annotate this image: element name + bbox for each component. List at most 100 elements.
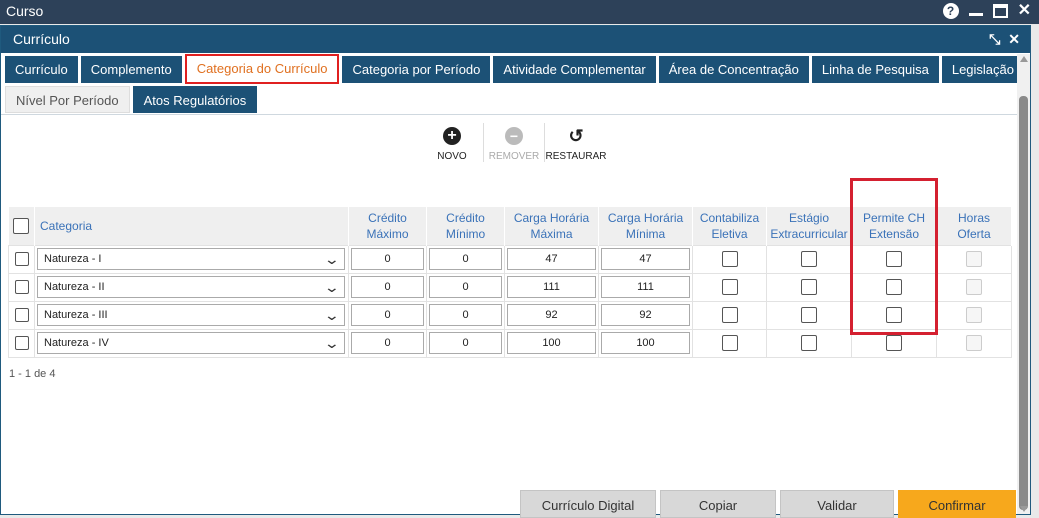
- horas-oferta-checkbox: [966, 307, 982, 323]
- categoria-select[interactable]: Natureza - II ⌄: [37, 276, 345, 298]
- tab-complemento[interactable]: Complemento: [80, 56, 182, 83]
- header-contabiliza-eletiva[interactable]: Contabiliza Eletiva: [692, 207, 767, 245]
- confirmar-button[interactable]: Confirmar: [898, 490, 1016, 518]
- horas-oferta-checkbox: [966, 335, 982, 351]
- row-checkbox[interactable]: [14, 280, 29, 295]
- credito-minimo-input[interactable]: 0: [429, 276, 502, 298]
- credito-maximo-input[interactable]: 0: [351, 276, 424, 298]
- row-checkbox[interactable]: [14, 252, 29, 267]
- credito-maximo-cell: 0: [348, 300, 427, 330]
- row-select-cell: [8, 300, 35, 330]
- categoria-value: Natureza - I: [44, 253, 102, 265]
- permite-ch-extensao-checkbox[interactable]: [886, 251, 902, 267]
- tab-atos-regulatorios[interactable]: Atos Regulatórios: [132, 86, 258, 113]
- close-window-icon[interactable]: ✕: [1008, 31, 1020, 48]
- footer-buttons: Currículo Digital Copiar Validar Confirm…: [520, 490, 1016, 518]
- contabiliza-eletiva-checkbox[interactable]: [721, 335, 738, 351]
- row-select-cell: [8, 272, 35, 302]
- carga-horaria-minima-input[interactable]: 111: [601, 276, 690, 298]
- table-row: Natureza - II ⌄ 0 0 111 111: [8, 272, 1012, 302]
- header-carga-horaria-maxima[interactable]: Carga Horária Máxima: [504, 207, 599, 245]
- carga-horaria-maxima-input[interactable]: 92: [507, 304, 596, 326]
- contabiliza-cell: [692, 300, 767, 330]
- carga-horaria-minima-input[interactable]: 47: [601, 248, 690, 270]
- permite-ch-extensao-checkbox[interactable]: [886, 279, 902, 295]
- tab-nivel-por-periodo[interactable]: Nível Por Período: [5, 86, 130, 113]
- tab-categoria-por-periodo[interactable]: Categoria por Período: [342, 56, 491, 83]
- copiar-button[interactable]: Copiar: [660, 490, 776, 518]
- categoria-value: Natureza - II: [44, 281, 105, 293]
- close-icon[interactable]: ✕: [1018, 3, 1031, 19]
- tab-curriculo[interactable]: Currículo: [5, 56, 78, 83]
- scroll-up-icon[interactable]: [1020, 56, 1028, 62]
- header-permite-ch-extensao[interactable]: Permite CH Extensão: [851, 207, 937, 245]
- estagio-extracurricular-checkbox[interactable]: [801, 335, 817, 351]
- tab-atividade-complementar[interactable]: Atividade Complementar: [493, 56, 656, 83]
- horas-cell: [936, 328, 1012, 358]
- main-tabs: Currículo Complemento Categoria do Currí…: [5, 54, 1024, 84]
- tab-linha-de-pesquisa[interactable]: Linha de Pesquisa: [811, 56, 939, 83]
- collapse-icon[interactable]: ⤡: [989, 31, 1000, 48]
- contabiliza-eletiva-checkbox[interactable]: [721, 279, 738, 295]
- curriculo-digital-button[interactable]: Currículo Digital: [520, 490, 656, 518]
- header-horas-oferta[interactable]: Horas Oferta: [936, 207, 1012, 245]
- ch-maxima-cell: 47: [504, 244, 599, 274]
- carga-horaria-minima-input[interactable]: 100: [601, 332, 690, 354]
- credito-maximo-input[interactable]: 0: [351, 248, 424, 270]
- tab-legislacao[interactable]: Legislação: [941, 56, 1024, 83]
- select-all-checkbox[interactable]: [13, 218, 30, 235]
- row-checkbox[interactable]: [14, 308, 29, 323]
- credito-minimo-cell: 0: [426, 244, 505, 274]
- remover-button[interactable]: − REMOVER: [483, 123, 545, 162]
- validar-button[interactable]: Validar: [780, 490, 894, 518]
- novo-button[interactable]: + NOVO: [421, 123, 483, 162]
- permite-ch-extensao-checkbox[interactable]: [886, 307, 902, 323]
- permite-ch-extensao-checkbox[interactable]: [886, 335, 902, 351]
- help-icon[interactable]: ?: [942, 3, 959, 19]
- contabiliza-eletiva-checkbox[interactable]: [721, 307, 738, 323]
- scroll-down-icon[interactable]: [1020, 506, 1028, 512]
- credito-minimo-input[interactable]: 0: [429, 304, 502, 326]
- header-estagio-extracurricular[interactable]: Estágio Extracurricular: [766, 207, 852, 245]
- table-header: Categoria Crédito Máximo Crédito Mínimo …: [8, 207, 1012, 245]
- pagination-info: 1 - 1 de 4: [9, 368, 56, 380]
- permite-cell: [851, 272, 937, 302]
- chevron-down-icon: ⌄: [323, 334, 341, 351]
- header-carga-horaria-minima[interactable]: Carga Horária Mínima: [598, 207, 693, 245]
- carga-horaria-maxima-input[interactable]: 47: [507, 248, 596, 270]
- permite-cell: [851, 300, 937, 330]
- estagio-cell: [766, 328, 852, 358]
- credito-minimo-input[interactable]: 0: [429, 332, 502, 354]
- header-categoria[interactable]: Categoria: [34, 207, 349, 245]
- categoria-select[interactable]: Natureza - IV ⌄: [37, 332, 345, 354]
- credito-maximo-input[interactable]: 0: [351, 304, 424, 326]
- categoria-select[interactable]: Natureza - III ⌄: [37, 304, 345, 326]
- tab-area-de-concentracao[interactable]: Área de Concentração: [658, 56, 809, 83]
- vertical-scrollbar[interactable]: [1017, 54, 1030, 514]
- novo-label: NOVO: [437, 151, 467, 162]
- row-checkbox[interactable]: [14, 336, 29, 351]
- carga-horaria-maxima-input[interactable]: 100: [507, 332, 596, 354]
- maximize-icon[interactable]: [992, 4, 1008, 18]
- app-titlebar: Curso ? ✕: [0, 0, 1039, 24]
- estagio-extracurricular-checkbox[interactable]: [801, 279, 817, 295]
- header-credito-maximo[interactable]: Crédito Máximo: [348, 207, 427, 245]
- estagio-extracurricular-checkbox[interactable]: [801, 251, 817, 267]
- permite-cell: [851, 328, 937, 358]
- tab-categoria-do-curriculo[interactable]: Categoria do Currículo: [184, 54, 340, 84]
- remover-label: REMOVER: [488, 151, 540, 162]
- restaurar-button[interactable]: ↺ RESTAURAR: [545, 123, 607, 162]
- carga-horaria-minima-input[interactable]: 92: [601, 304, 690, 326]
- scroll-thumb[interactable]: [1019, 96, 1028, 510]
- estagio-extracurricular-checkbox[interactable]: [801, 307, 817, 323]
- credito-maximo-cell: 0: [348, 244, 427, 274]
- header-credito-minimo[interactable]: Crédito Mínimo: [426, 207, 505, 245]
- credito-minimo-input[interactable]: 0: [429, 248, 502, 270]
- categoria-cell: Natureza - III ⌄: [34, 300, 349, 330]
- credito-maximo-input[interactable]: 0: [351, 332, 424, 354]
- categoria-select[interactable]: Natureza - I ⌄: [37, 248, 345, 270]
- minimize-icon[interactable]: [968, 12, 983, 16]
- contabiliza-eletiva-checkbox[interactable]: [721, 251, 738, 267]
- content-area: + NOVO − REMOVER ↺ RESTAURAR Categoria C…: [1, 114, 1017, 486]
- carga-horaria-maxima-input[interactable]: 111: [507, 276, 596, 298]
